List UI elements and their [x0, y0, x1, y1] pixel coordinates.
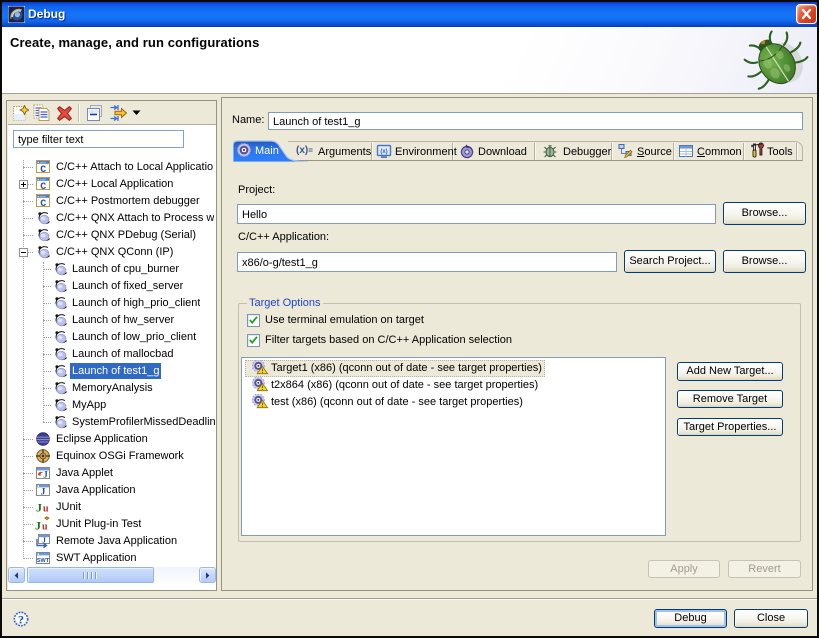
svg-text:u: u — [43, 504, 49, 515]
svg-text:J: J — [43, 470, 48, 480]
svg-text:C: C — [40, 165, 46, 175]
svg-text:C: C — [40, 199, 46, 209]
svg-text:(x): (x) — [380, 149, 387, 155]
svg-text:C: C — [40, 182, 46, 192]
svg-text:?: ? — [18, 613, 24, 627]
svg-text:J: J — [41, 488, 46, 498]
svg-text:SWT: SWT — [37, 558, 50, 564]
svg-text:J: J — [36, 501, 42, 515]
svg-text:J: J — [35, 519, 41, 533]
svg-text:u: u — [42, 522, 48, 533]
